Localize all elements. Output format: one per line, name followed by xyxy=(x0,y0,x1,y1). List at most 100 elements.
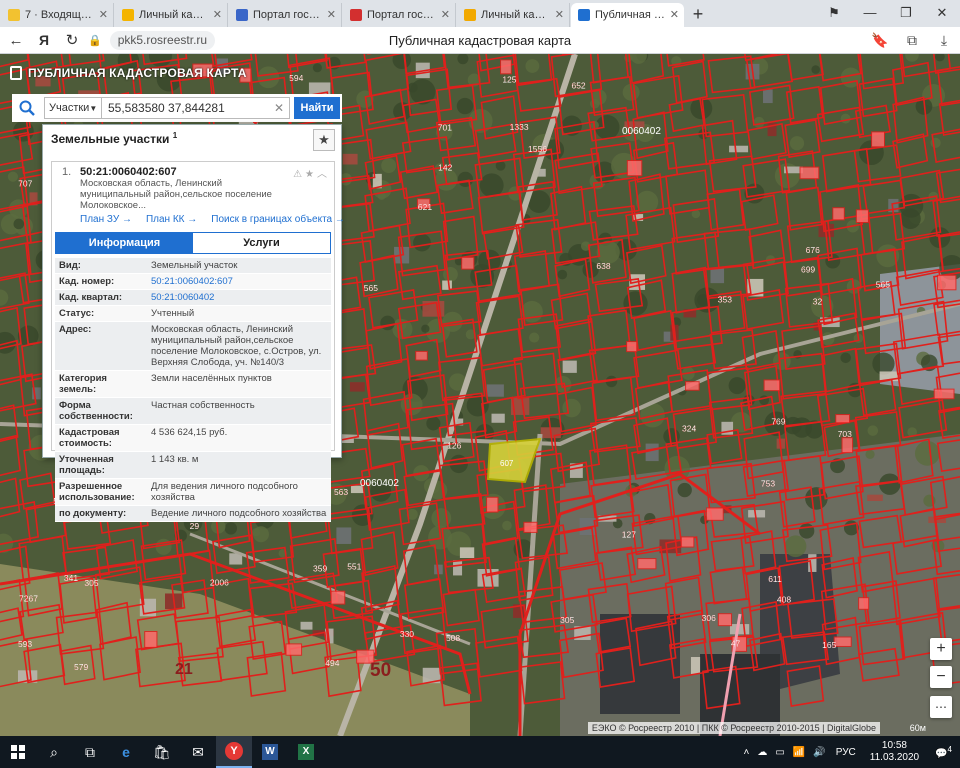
tab-close-icon[interactable]: ✕ xyxy=(213,8,222,21)
parcel-number-label[interactable]: 305 xyxy=(84,578,99,588)
collapse-icon[interactable]: ︿ xyxy=(317,169,330,180)
zoom-out-button[interactable]: − xyxy=(930,666,952,688)
mail-icon[interactable]: ✉ xyxy=(180,736,216,768)
parcel-number-label[interactable]: 1333 xyxy=(510,122,529,132)
new-tab-button[interactable]: + xyxy=(684,3,712,27)
parcel-number-label[interactable]: 330 xyxy=(400,629,415,639)
parcel-number-label[interactable]: 127 xyxy=(622,530,637,540)
parcel-number-label[interactable]: 29 xyxy=(190,521,200,531)
link-plan-kk[interactable]: План КК → xyxy=(146,214,197,225)
parcel-number-label[interactable]: 707 xyxy=(18,178,33,188)
cloud-icon[interactable]: ☁ xyxy=(753,747,771,758)
info-value[interactable]: 50:21:0060402:607 xyxy=(147,274,331,289)
parcel-number-label[interactable]: 753 xyxy=(761,479,776,489)
close-window-icon[interactable]: ✕ xyxy=(924,0,960,27)
tab-info[interactable]: Информация xyxy=(56,233,193,253)
parcel-number-label[interactable]: 125 xyxy=(502,74,517,85)
find-button[interactable]: Найти xyxy=(294,97,340,119)
parcel-number-label[interactable]: 126 xyxy=(447,440,462,450)
parcel-number-label[interactable]: 551 xyxy=(347,562,362,572)
link-plan-zu[interactable]: План ЗУ → xyxy=(80,214,132,225)
task-view-icon[interactable]: ⧉ xyxy=(72,736,108,768)
excel-icon[interactable]: X xyxy=(288,736,324,768)
network-icon[interactable]: 📶 xyxy=(789,747,809,758)
favorite-star-icon[interactable]: ★ xyxy=(313,129,335,151)
parcel-number-label[interactable]: 408 xyxy=(777,595,792,605)
restore-icon[interactable]: ❐ xyxy=(888,0,924,27)
parcel-number-label[interactable]: 2006 xyxy=(210,578,229,588)
minimize-icon[interactable]: — xyxy=(852,0,888,27)
parcel-number-label[interactable]: 594 xyxy=(289,73,304,83)
tab-close-icon[interactable]: ✕ xyxy=(327,8,336,21)
parcel-number-label[interactable]: 7267 xyxy=(19,594,38,604)
parcel-id[interactable]: 50:21:0060402:607 xyxy=(80,166,177,178)
yandex-logo-icon[interactable]: Я xyxy=(32,32,56,48)
parcel-number-label[interactable]: 611 xyxy=(768,574,782,584)
reload-icon[interactable]: ↻ xyxy=(56,31,88,49)
tab-close-icon[interactable]: ✕ xyxy=(99,8,108,21)
yandex-browser-icon[interactable]: Y xyxy=(216,736,252,768)
link-search-bounds[interactable]: Поиск в границах объекта → xyxy=(211,214,345,225)
parcel-number-label[interactable]: 305 xyxy=(560,615,575,625)
volume-icon[interactable]: 🔊 xyxy=(809,747,829,758)
browser-tab[interactable]: Портал государств ✕ xyxy=(229,3,342,27)
bookmark-icon[interactable]: ⚑ xyxy=(816,0,852,27)
browser-tab[interactable]: Личный кабинет ✕ xyxy=(115,3,228,27)
parcel-number-label[interactable]: 699 xyxy=(801,264,816,274)
zoom-in-button[interactable]: + xyxy=(930,638,952,660)
parcel-number-label[interactable]: 32 xyxy=(813,296,823,306)
search-input[interactable] xyxy=(102,97,290,119)
parcel-number-label[interactable]: 341 xyxy=(64,573,79,583)
search-icon[interactable] xyxy=(12,94,42,122)
windows-start-icon[interactable] xyxy=(0,736,36,768)
clear-search-icon[interactable]: ✕ xyxy=(274,101,284,115)
back-icon[interactable]: ← xyxy=(0,32,32,49)
parcel-number-label[interactable]: 563 xyxy=(334,487,349,497)
tab-close-icon[interactable]: ✕ xyxy=(670,8,679,21)
parcel-number-label[interactable]: 47 xyxy=(731,638,741,648)
parcel-number-label[interactable]: 769 xyxy=(771,416,786,426)
warning-icon[interactable]: ⚠ xyxy=(293,169,305,180)
parcel-number-label[interactable]: 621 xyxy=(418,202,433,212)
url-field[interactable]: pkk5.rosreestr.ru xyxy=(109,30,216,50)
tab-close-icon[interactable]: ✕ xyxy=(555,8,564,21)
language-indicator[interactable]: РУС xyxy=(830,747,862,758)
extensions-icon[interactable]: ⧉ xyxy=(896,32,928,49)
tab-close-icon[interactable]: ✕ xyxy=(441,8,450,21)
parcel-number-label[interactable]: 142 xyxy=(438,163,453,173)
search-taskbar-icon[interactable]: ⌕ xyxy=(36,736,72,768)
clock[interactable]: 10:58 11.03.2020 xyxy=(862,740,927,764)
parcel-number-label[interactable]: 1556 xyxy=(528,144,547,154)
parcel-number-label[interactable]: 703 xyxy=(838,429,853,439)
parcel-number-label[interactable]: 652 xyxy=(571,81,586,91)
star-icon[interactable]: ★ xyxy=(305,169,317,180)
parcel-number-label[interactable]: 508 xyxy=(446,633,461,643)
tray-up-icon[interactable]: ˄ xyxy=(740,747,754,758)
parcel-number-label[interactable]: 165 xyxy=(822,640,837,650)
edge-icon[interactable]: e xyxy=(108,736,144,768)
browser-tab[interactable]: Публичная када ✕ xyxy=(571,3,684,27)
parcel-number-label[interactable]: 565 xyxy=(364,283,379,293)
parcel-number-label[interactable]: 579 xyxy=(74,662,89,672)
parcel-number-label[interactable]: 324 xyxy=(682,423,697,433)
download-icon[interactable]: ⤓ xyxy=(928,32,960,49)
parcel-number-label[interactable]: 359 xyxy=(313,564,328,574)
browser-tab[interactable]: Личный кабинет ✕ xyxy=(457,3,570,27)
store-icon[interactable]: 🛍 xyxy=(144,736,180,768)
parcel-number-label[interactable]: 638 xyxy=(596,261,611,271)
parcel-number-label[interactable]: 494 xyxy=(325,658,340,668)
more-options-icon[interactable]: ⋯ xyxy=(930,696,952,718)
parcel-number-label[interactable]: 676 xyxy=(806,245,821,255)
battery-icon[interactable]: ▭ xyxy=(771,747,788,758)
parcel-number-label[interactable]: 306 xyxy=(702,613,717,623)
parcel-number-label[interactable]: 701 xyxy=(438,122,453,133)
notifications-icon[interactable]: 💬4 xyxy=(927,745,960,759)
parcel-number-label[interactable]: 593 xyxy=(18,639,33,649)
browser-tab[interactable]: 7 · Входящие — Я ✕ xyxy=(1,3,114,27)
object-type-select[interactable]: Участки ▼ xyxy=(44,97,102,119)
parcel-number-label[interactable]: 353 xyxy=(718,295,733,305)
bookmark-page-icon[interactable]: 🔖 xyxy=(864,32,896,49)
info-value[interactable]: 50:21:0060402 xyxy=(147,290,331,305)
parcel-number-label[interactable]: 565 xyxy=(876,279,891,289)
word-icon[interactable]: W xyxy=(252,736,288,768)
